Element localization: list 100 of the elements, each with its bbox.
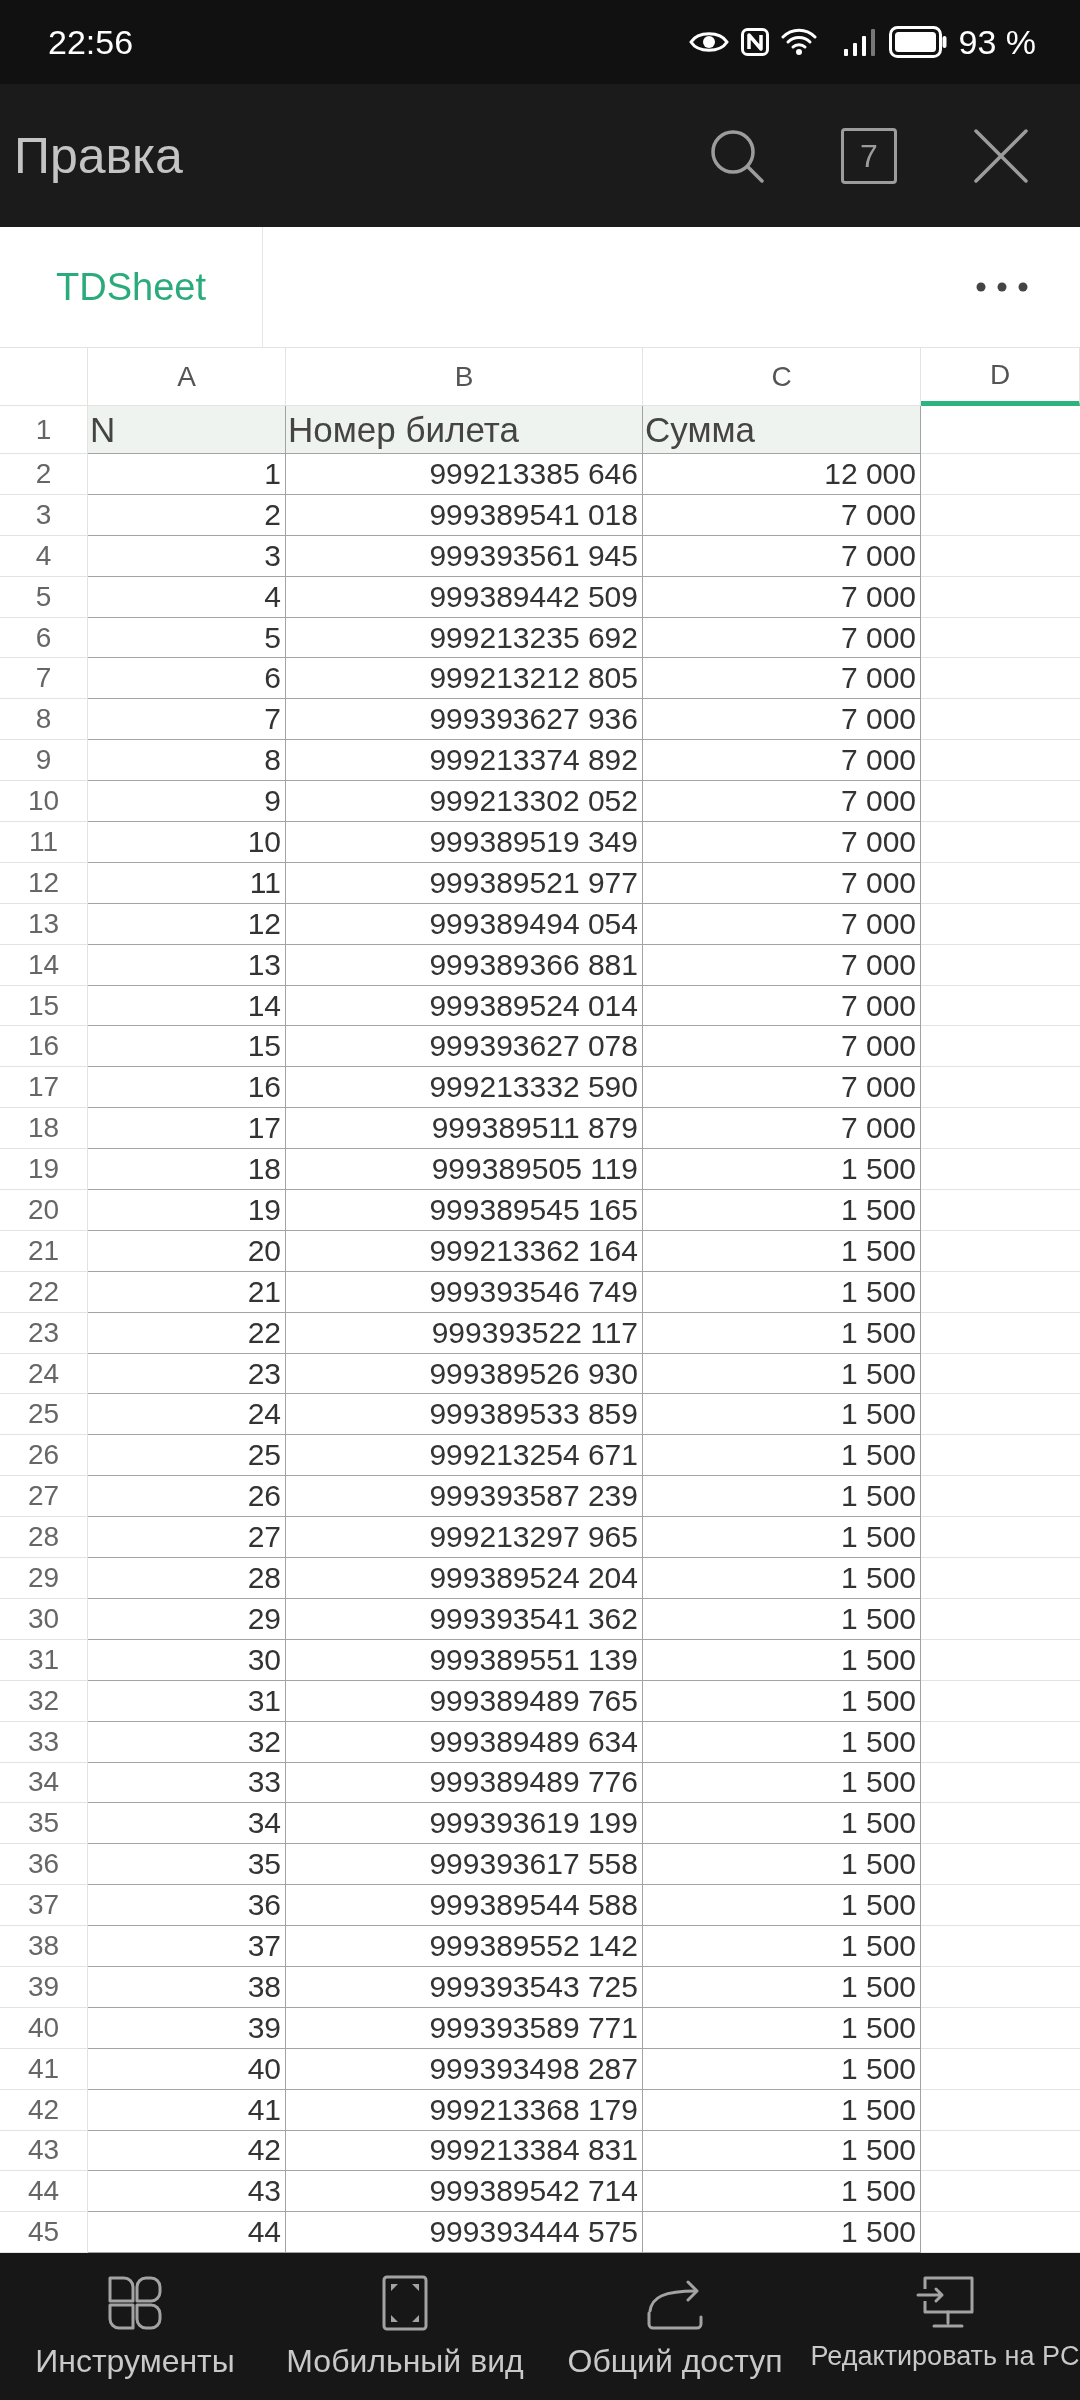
table-cell: 999213302 052 bbox=[286, 781, 643, 822]
bottom-nav-button[interactable]: Мобильный вид bbox=[270, 2253, 540, 2400]
row-number: 30 bbox=[0, 1598, 88, 1640]
bottom-nav-button[interactable]: Инструменты bbox=[0, 2253, 270, 2400]
table-cell: 1 500 bbox=[643, 1271, 921, 1313]
battery-icon bbox=[888, 26, 947, 58]
row-number: 44 bbox=[0, 2171, 88, 2213]
row-number: 32 bbox=[0, 1680, 88, 1722]
row-number: 41 bbox=[0, 2048, 88, 2090]
table-cell: 38 bbox=[88, 1966, 286, 2008]
table-cell: 29 bbox=[88, 1598, 286, 1640]
column-header[interactable]: D bbox=[921, 348, 1080, 406]
row-number: 34 bbox=[0, 1762, 88, 1804]
table-cell: 21 bbox=[88, 1271, 286, 1313]
table-cell: 999213368 179 bbox=[286, 2089, 643, 2131]
table-cell: 1 500 bbox=[643, 1230, 921, 1272]
table-cell: 1 500 bbox=[643, 1394, 921, 1436]
table-cell: 999213254 671 bbox=[286, 1435, 643, 1477]
tab-count-button[interactable]: 7 bbox=[841, 127, 897, 184]
table-cell: 999389551 139 bbox=[286, 1639, 643, 1681]
row-number: 23 bbox=[0, 1312, 88, 1354]
table-cell: 7 bbox=[88, 699, 286, 741]
table-cell: 1 500 bbox=[643, 1762, 921, 1804]
table-cell: 17 bbox=[88, 1108, 286, 1150]
table-cell: 31 bbox=[88, 1680, 286, 1722]
eye-icon bbox=[688, 29, 729, 55]
table-cell: 999389521 977 bbox=[286, 862, 643, 904]
table-cell: 37 bbox=[88, 1926, 286, 1967]
table-cell: 999393546 749 bbox=[286, 1271, 643, 1313]
table-cell: 7 000 bbox=[643, 699, 921, 741]
table-cell: 999389545 165 bbox=[286, 1190, 643, 1231]
table-cell: 8 bbox=[88, 740, 286, 782]
battery-percent: 93 % bbox=[958, 25, 1036, 59]
search-button[interactable] bbox=[709, 127, 765, 184]
row-number: 4 bbox=[0, 535, 88, 577]
table-cell: 13 bbox=[88, 944, 286, 986]
row-number: 33 bbox=[0, 1721, 88, 1763]
table-cell: 999389489 765 bbox=[286, 1680, 643, 1722]
row-number: 22 bbox=[0, 1271, 88, 1313]
table-cell: 1 500 bbox=[643, 1558, 921, 1599]
table-cell: 1 500 bbox=[643, 1721, 921, 1763]
table-cell: 7 000 bbox=[643, 944, 921, 986]
table-cell: 999213212 805 bbox=[286, 658, 643, 700]
table-cell: 1 500 bbox=[643, 2007, 921, 2049]
table-cell: 1 500 bbox=[643, 1844, 921, 1886]
table-cell: 999389519 349 bbox=[286, 822, 643, 863]
row-number: 16 bbox=[0, 1026, 88, 1068]
table-cell: 999213297 965 bbox=[286, 1517, 643, 1559]
table-cell: 999393587 239 bbox=[286, 1476, 643, 1518]
row-number: 43 bbox=[0, 2130, 88, 2172]
table-cell: 999389552 142 bbox=[286, 1926, 643, 1967]
table-cell: 999389524 204 bbox=[286, 1558, 643, 1599]
monitor-arrow-icon bbox=[916, 2275, 974, 2330]
row-number: 39 bbox=[0, 1966, 88, 2008]
table-cell: 27 bbox=[88, 1517, 286, 1559]
bottom-nav-button[interactable]: Редактировать на PC bbox=[810, 2253, 1080, 2400]
close-button[interactable] bbox=[973, 127, 1029, 184]
row-number: 10 bbox=[0, 781, 88, 822]
table-cell: 4 bbox=[88, 576, 286, 618]
table-cell: 1 500 bbox=[643, 1149, 921, 1191]
table-cell: 1 500 bbox=[643, 1680, 921, 1722]
header-cell: Сумма bbox=[643, 406, 921, 454]
row-number: 28 bbox=[0, 1517, 88, 1559]
table-cell: 999389505 119 bbox=[286, 1149, 643, 1191]
table-cell: 1 500 bbox=[643, 1639, 921, 1681]
row-number: 37 bbox=[0, 1885, 88, 1927]
row-number: 19 bbox=[0, 1149, 88, 1191]
row-number: 11 bbox=[0, 822, 88, 863]
table-cell: 1 500 bbox=[643, 2048, 921, 2090]
table-cell: 1 bbox=[88, 454, 286, 495]
table-cell: 1 500 bbox=[643, 1598, 921, 1640]
row-number: 3 bbox=[0, 494, 88, 536]
tools-icon bbox=[107, 2275, 163, 2332]
table-cell: 15 bbox=[88, 1026, 286, 1068]
search-icon bbox=[709, 127, 765, 184]
row-number: 15 bbox=[0, 985, 88, 1027]
row-number: 7 bbox=[0, 658, 88, 700]
row-number: 24 bbox=[0, 1353, 88, 1395]
more-icon bbox=[976, 282, 1028, 292]
table-cell: 999393617 558 bbox=[286, 1844, 643, 1886]
table-cell: 999213362 164 bbox=[286, 1230, 643, 1272]
bottom-nav-button[interactable]: Общий доступ bbox=[540, 2253, 810, 2400]
row-number: 25 bbox=[0, 1394, 88, 1436]
table-cell: 7 000 bbox=[643, 1026, 921, 1068]
row-number: 21 bbox=[0, 1230, 88, 1272]
table-cell: 999389442 509 bbox=[286, 576, 643, 618]
table-cell: 41 bbox=[88, 2089, 286, 2131]
row-number: 6 bbox=[0, 617, 88, 659]
table-cell: 42 bbox=[88, 2130, 286, 2172]
table-cell: 19 bbox=[88, 1190, 286, 1231]
table-cell: 7 000 bbox=[643, 740, 921, 782]
row-number: 26 bbox=[0, 1435, 88, 1477]
table-cell: 999389489 634 bbox=[286, 1721, 643, 1763]
row-number: 12 bbox=[0, 862, 88, 904]
table-cell: 7 000 bbox=[643, 658, 921, 700]
row-number: 14 bbox=[0, 944, 88, 986]
table-cell: 14 bbox=[88, 985, 286, 1027]
row-number: 17 bbox=[0, 1067, 88, 1109]
table-cell: 999213384 831 bbox=[286, 2130, 643, 2172]
wifi-icon bbox=[780, 27, 817, 57]
